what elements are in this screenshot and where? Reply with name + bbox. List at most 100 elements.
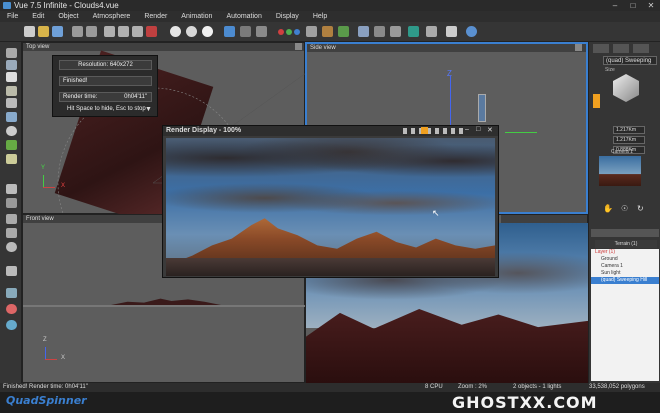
gizmo-handles[interactable] xyxy=(478,94,486,122)
sky-icon[interactable] xyxy=(186,26,197,37)
axis-z-icon xyxy=(45,347,46,359)
materials-icon[interactable] xyxy=(322,26,333,37)
color-green-icon[interactable] xyxy=(286,29,292,35)
water-tool-icon[interactable] xyxy=(6,112,17,122)
redo-icon[interactable] xyxy=(86,26,97,37)
cloud-icon[interactable] xyxy=(202,26,213,37)
mountain-tool-icon[interactable] xyxy=(6,98,17,108)
zoom-icon[interactable]: ☉ xyxy=(621,204,628,213)
timeline-icon[interactable] xyxy=(446,26,457,37)
color-red-icon[interactable] xyxy=(278,29,284,35)
color-blue-icon[interactable] xyxy=(294,29,300,35)
tree-item-camera[interactable]: Camera 1 xyxy=(591,263,659,270)
render-highlight-icon[interactable] xyxy=(421,127,428,134)
light-tool-icon[interactable] xyxy=(6,184,17,194)
ground-band xyxy=(23,305,306,307)
render-icon[interactable] xyxy=(224,26,235,37)
filter-icon[interactable]: ▼ xyxy=(145,106,152,113)
menu-object[interactable]: Object xyxy=(51,11,85,22)
tree-item-ground[interactable]: Ground xyxy=(591,256,659,263)
panel-tab-icon[interactable] xyxy=(613,44,629,53)
scene-tree: Layer (1) Ground Camera 1 Sun light (qua… xyxy=(591,249,659,381)
tree-item-selected[interactable]: (quad) Sweeping Hill xyxy=(591,277,659,284)
group-tool-icon[interactable] xyxy=(6,214,17,224)
ghostxx-watermark: GHOSTXX.COM xyxy=(452,393,598,412)
help-icon[interactable] xyxy=(466,26,477,37)
cut-icon[interactable] xyxy=(104,26,115,37)
view-icon[interactable] xyxy=(358,26,369,37)
cube-tool-icon[interactable] xyxy=(6,60,17,70)
menu-atmosphere[interactable]: Atmosphere xyxy=(86,11,138,22)
hypertexture-tool-icon[interactable] xyxy=(6,266,17,276)
globe-tool-icon[interactable] xyxy=(6,320,17,330)
menu-display[interactable]: Display xyxy=(269,11,306,22)
object-name-field[interactable]: (quad) Sweeping xyxy=(603,56,657,65)
menu-automation[interactable]: Automation xyxy=(219,11,268,22)
minimize-icon[interactable]: – xyxy=(606,0,624,11)
render-area-tool-icon[interactable] xyxy=(6,304,17,314)
menu-help[interactable]: Help xyxy=(306,11,334,22)
boolean-tool-icon[interactable] xyxy=(6,228,17,238)
hills-icon[interactable] xyxy=(408,26,419,37)
pan-icon[interactable]: ✋ xyxy=(603,204,613,213)
menu-file[interactable]: File xyxy=(0,11,25,22)
tree-item-sun[interactable]: Sun light xyxy=(591,270,659,277)
tree-item-layer[interactable]: Layer (1) xyxy=(591,249,659,256)
right-panel: (quad) Sweeping Size 1.217Km 1.217Km 0.8… xyxy=(588,42,660,383)
text-tool-icon[interactable] xyxy=(6,72,17,82)
menu-animation[interactable]: Animation xyxy=(174,11,219,22)
status-message: Finished! Render time: 0h04'11" xyxy=(3,384,88,390)
move-icon[interactable] xyxy=(593,94,600,108)
render-close-icon[interactable]: ✕ xyxy=(487,126,493,134)
select-tool-icon[interactable] xyxy=(6,48,17,58)
terrain-tool-icon[interactable] xyxy=(6,86,17,96)
render-maximize-icon[interactable]: □ xyxy=(476,126,480,133)
undo-icon[interactable] xyxy=(72,26,83,37)
save-scene-icon[interactable] xyxy=(52,26,63,37)
panel-tab-icon[interactable] xyxy=(593,44,609,53)
new-scene-icon[interactable] xyxy=(24,26,35,37)
ecosystem-tool-icon[interactable] xyxy=(6,288,17,298)
metablob-tool-icon[interactable] xyxy=(6,242,17,252)
sphere-tool-icon[interactable] xyxy=(6,126,17,136)
axis-z-label: Z xyxy=(447,69,452,78)
panel-tab-icon[interactable] xyxy=(633,44,649,53)
menu-edit[interactable]: Edit xyxy=(25,11,51,22)
plant-tool-icon[interactable] xyxy=(6,140,17,150)
camera-icon[interactable] xyxy=(256,26,267,37)
camera-preview[interactable] xyxy=(599,156,641,186)
palette-icon[interactable] xyxy=(306,26,317,37)
viewport-max-icon[interactable] xyxy=(295,43,302,50)
render-options-icon[interactable] xyxy=(240,26,251,37)
orbit-icon[interactable]: ↻ xyxy=(637,204,644,213)
statistics-icon[interactable] xyxy=(426,26,437,37)
rock-tool-icon[interactable] xyxy=(6,154,17,164)
gizmo-cube-icon[interactable] xyxy=(613,74,639,102)
atmosphere-icon[interactable] xyxy=(170,26,181,37)
size-label: Size xyxy=(605,67,615,73)
axis-x-label: X xyxy=(61,355,66,361)
render-minimize-icon[interactable]: – xyxy=(465,126,469,133)
zoom-level: Zoom : 2% xyxy=(458,384,488,390)
main-viewport-toolbar xyxy=(501,215,587,223)
terrain-tab[interactable]: Terrain (1) xyxy=(595,240,657,248)
close-icon[interactable]: ✕ xyxy=(642,0,660,11)
menu-render[interactable]: Render xyxy=(137,11,174,22)
delete-icon[interactable] xyxy=(146,26,157,37)
render-time-label: Render time: xyxy=(63,94,98,100)
size-x-field[interactable]: 1.217Km xyxy=(613,126,645,134)
open-scene-icon[interactable] xyxy=(38,26,49,37)
camera-tool-icon[interactable] xyxy=(6,198,17,208)
layout-icon[interactable] xyxy=(390,26,401,37)
status-bar: Finished! Render time: 0h04'11" 8 CPU Zo… xyxy=(0,383,660,392)
grid-icon[interactable] xyxy=(374,26,385,37)
size-y-field[interactable]: 1.217Km xyxy=(613,136,645,144)
render-tool-icons[interactable] xyxy=(403,128,463,134)
ecosystem-icon[interactable] xyxy=(338,26,349,37)
layer-tabs[interactable] xyxy=(591,229,659,237)
copy-icon[interactable] xyxy=(118,26,129,37)
paste-icon[interactable] xyxy=(132,26,143,37)
maximize-icon[interactable]: □ xyxy=(624,0,642,11)
render-info-panel: Resolution: 640x272 Finished! Render tim… xyxy=(52,55,158,117)
viewport-max-icon[interactable] xyxy=(575,44,582,51)
